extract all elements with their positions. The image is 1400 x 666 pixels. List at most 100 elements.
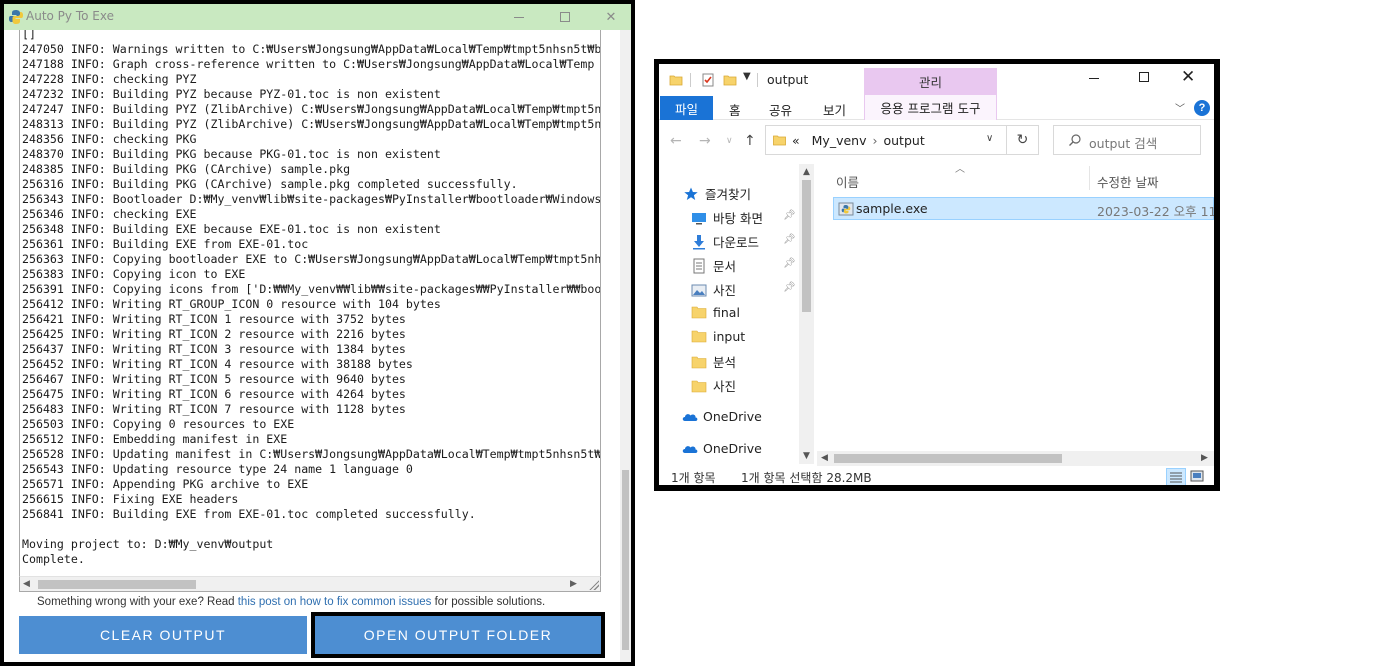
sidebar-item-final[interactable]: final xyxy=(691,304,740,320)
log-line: 247188 INFO: Graph cross-reference writt… xyxy=(22,57,595,71)
column-header-name[interactable]: 이름 xyxy=(836,172,859,191)
properties-icon[interactable] xyxy=(701,73,715,87)
sidebar-item-photos-folder[interactable]: 사진 xyxy=(691,376,736,395)
sidebar-item-desktop[interactable]: 바탕 화면 xyxy=(691,208,763,227)
column-divider[interactable] xyxy=(1089,166,1090,190)
maximize-button[interactable] xyxy=(542,4,588,30)
tab-share[interactable]: 공유 xyxy=(769,100,792,119)
close-icon: ✕ xyxy=(605,9,617,25)
new-folder-icon[interactable] xyxy=(723,73,737,87)
details-view-icon xyxy=(1170,472,1182,483)
refresh-button[interactable]: ↻ xyxy=(1007,125,1039,155)
sidebar-item-quick-access[interactable]: 즐겨찾기 xyxy=(683,184,751,203)
forward-arrow-icon[interactable]: → xyxy=(699,133,711,149)
open-output-folder-button[interactable]: OPEN OUTPUT FOLDER xyxy=(315,616,601,654)
sidebar-item-input[interactable]: input xyxy=(691,328,745,344)
maximize-icon[interactable] xyxy=(1139,72,1149,82)
recent-locations-icon[interactable]: ∨ xyxy=(726,136,733,146)
address-bar[interactable]: « My_venv › output ∨ xyxy=(765,125,1007,155)
customize-toolbar-icon[interactable]: ▼ xyxy=(743,71,751,85)
sidebar-item-downloads[interactable]: 다운로드 xyxy=(691,232,759,251)
chevron-right-icon[interactable]: ▶ xyxy=(1201,453,1208,463)
minimize-button[interactable] xyxy=(496,4,542,30)
explorer-title-bar[interactable]: ▼ output 관리 ✕ xyxy=(659,64,1214,95)
list-item[interactable]: sample.exe 2023-03-22 오후 11: xyxy=(833,197,1214,220)
divider xyxy=(690,73,691,87)
sidebar-item-analysis[interactable]: 분석 xyxy=(691,352,736,371)
onedrive-cloud-icon xyxy=(681,440,698,456)
desktop-icon xyxy=(691,210,707,226)
pin-icon[interactable]: 📌︎ xyxy=(783,210,796,221)
sidebar-item-pictures[interactable]: 사진 xyxy=(691,280,736,299)
chevron-up-icon[interactable]: ▲ xyxy=(803,167,810,177)
breadcrumb-overflow[interactable]: « xyxy=(792,133,800,148)
fix-issues-link[interactable]: this post on how to fix common issues xyxy=(238,596,432,608)
minimize-icon xyxy=(514,16,524,18)
expand-ribbon-icon[interactable]: ﹀ xyxy=(1175,100,1185,115)
sidebar-item-documents[interactable]: 문서 xyxy=(691,256,736,275)
log-line: 248385 INFO: Building PKG (CArchive) sam… xyxy=(22,162,351,176)
output-log[interactable]: [] 247050 INFO: Warnings written to C:₩Us… xyxy=(19,30,601,577)
scrollbar-thumb[interactable] xyxy=(38,580,196,589)
nav-pane-scrollbar[interactable]: ▲ ▼ xyxy=(799,164,814,464)
ribbon-tabs: 파일 홈 공유 보기 응용 프로그램 도구 ﹀ ? xyxy=(659,95,1214,120)
pin-icon[interactable]: 📌︎ xyxy=(783,258,796,269)
scrollbar-thumb[interactable] xyxy=(834,454,1062,463)
sidebar-item-label: input xyxy=(713,328,746,344)
log-line: 256383 INFO: Copying icon to EXE xyxy=(22,267,246,281)
scroll-right-icon[interactable]: ▶ xyxy=(570,579,577,589)
resize-grip-icon[interactable] xyxy=(588,579,599,590)
scroll-left-icon[interactable]: ◀ xyxy=(23,579,30,589)
output-log-text: [] 247050 INFO: Warnings written to C:₩Us… xyxy=(22,30,601,567)
star-icon xyxy=(683,186,699,202)
up-arrow-icon[interactable]: ↑ xyxy=(744,133,756,149)
pin-icon[interactable]: 📌︎ xyxy=(783,234,796,245)
title-bar[interactable]: Auto Py To Exe ✕ xyxy=(4,4,631,30)
pin-icon[interactable]: 📌︎ xyxy=(783,282,796,293)
tab-manage[interactable]: 관리 xyxy=(864,68,997,95)
breadcrumb-my-venv[interactable]: My_venv xyxy=(812,133,867,148)
log-line: 256841 INFO: Building EXE from EXE-01.to… xyxy=(22,507,476,521)
chevron-right-icon[interactable]: › xyxy=(872,133,877,148)
log-horizontal-scrollbar[interactable]: ◀ ▶ xyxy=(19,576,601,592)
file-explorer-window: ▼ output 관리 ✕ 파일 홈 공유 보기 응용 프로그램 도구 ﹀ ? … xyxy=(654,59,1220,491)
page-vertical-scrollbar[interactable] xyxy=(620,30,631,662)
tab-home[interactable]: 홈 xyxy=(729,100,741,119)
tab-file[interactable]: 파일 xyxy=(660,96,713,120)
back-arrow-icon[interactable]: ← xyxy=(670,133,682,149)
search-input[interactable]: output 검색 xyxy=(1053,125,1201,155)
file-list-horizontal-scrollbar[interactable]: ◀ ▶ xyxy=(817,451,1214,466)
close-icon[interactable]: ✕ xyxy=(1181,67,1195,87)
tab-view[interactable]: 보기 xyxy=(823,100,846,119)
large-icons-view-icon xyxy=(1190,470,1204,482)
column-header-date-modified[interactable]: 수정한 날짜 xyxy=(1097,172,1158,191)
log-line: 256615 INFO: Fixing EXE headers xyxy=(22,492,239,506)
log-line: 247247 INFO: Building PYZ (ZlibArchive) … xyxy=(22,102,601,116)
help-icon[interactable]: ? xyxy=(1194,100,1210,116)
chevron-left-icon[interactable]: ◀ xyxy=(821,453,828,463)
chevron-down-icon[interactable]: ∨ xyxy=(986,133,993,144)
sidebar-item-label: 다운로드 xyxy=(713,235,760,250)
scrollbar-thumb[interactable] xyxy=(622,470,629,650)
search-placeholder: output 검색 xyxy=(1089,136,1158,151)
minimize-icon[interactable] xyxy=(1089,78,1099,79)
chevron-down-icon[interactable]: ▼ xyxy=(803,451,810,461)
close-button[interactable]: ✕ xyxy=(588,4,631,30)
log-line: 256467 INFO: Writing RT_ICON 5 resource … xyxy=(22,372,406,386)
sidebar-item-onedrive[interactable]: OneDrive xyxy=(681,408,762,424)
clear-output-button[interactable]: CLEAR OUTPUT xyxy=(19,616,307,654)
auto-py-to-exe-window: Auto Py To Exe ✕ [] 247050 INFO: Warnings… xyxy=(0,0,635,666)
item-count: 1개 항목 xyxy=(671,471,716,485)
sidebar-item-label: 사진 xyxy=(713,283,737,298)
large-icons-view-button[interactable] xyxy=(1188,468,1208,485)
status-bar: 1개 항목 1개 항목 선택함 28.2MB xyxy=(659,466,1214,485)
details-view-button[interactable] xyxy=(1166,468,1186,485)
tab-application-tools[interactable]: 응용 프로그램 도구 xyxy=(864,95,997,120)
log-line: 256437 INFO: Writing RT_ICON 3 resource … xyxy=(22,342,406,356)
divider xyxy=(757,73,758,87)
breadcrumb-output[interactable]: output xyxy=(883,133,924,148)
scrollbar-thumb[interactable] xyxy=(802,180,811,312)
explorer-window-title: output xyxy=(767,72,809,87)
sidebar-item-onedrive-2[interactable]: OneDrive xyxy=(681,440,762,456)
